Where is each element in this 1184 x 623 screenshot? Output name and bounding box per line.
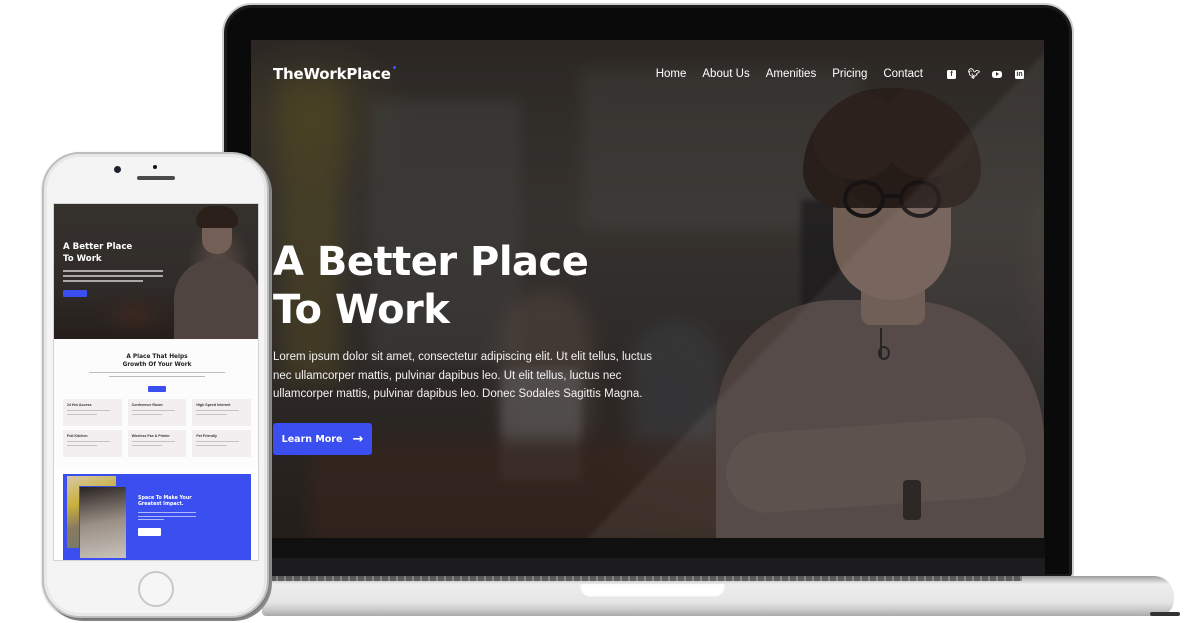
phone-features-section: A Place That Helps Growth Of Your Work 2… (54, 339, 258, 467)
banner-image (79, 486, 127, 559)
feature-card-title: 24 Hrs Access (67, 403, 92, 407)
linkedin-icon[interactable]: in (1015, 69, 1024, 79)
phone-sensor (153, 165, 157, 169)
site-navbar: TheWorkPlace Home About Us Amenities Pri… (273, 62, 1024, 86)
phone-screen: A Better Place To Work A Place That Help… (53, 203, 259, 561)
feature-card: Full Kitchen (63, 430, 122, 457)
laptop-foot (1150, 612, 1180, 616)
site-logo[interactable]: TheWorkPlace (273, 65, 396, 83)
feature-card-title: High Speed Internet (196, 403, 231, 407)
feature-card: 24 Hrs Access (63, 399, 122, 426)
nav-link-pricing[interactable]: Pricing (832, 68, 867, 80)
feature-card: Conference Room (127, 399, 187, 426)
phone-camera-icon (114, 166, 121, 173)
youtube-icon[interactable] (992, 70, 1002, 78)
nav-link-amenities[interactable]: Amenities (766, 68, 817, 80)
phone-section-button[interactable] (148, 386, 166, 392)
phone-home-button[interactable] (138, 571, 174, 607)
feature-card-title: Pet Friendly (196, 434, 217, 438)
phone-section-title-line1: A Place That Helps (126, 354, 188, 360)
logo-dot-icon (392, 66, 396, 69)
learn-more-label: Learn More (281, 433, 343, 445)
banner-button[interactable] (138, 528, 161, 536)
learn-more-button[interactable]: Learn More → (273, 423, 372, 455)
hero-title-line1: A Better Place (273, 239, 589, 285)
phone-hero: A Better Place To Work (54, 204, 258, 339)
phone-cta-banner: Space To Make Your Greatest Impact. (63, 474, 251, 560)
arrow-right-icon: → (352, 431, 364, 447)
site-logo-text: TheWorkPlace (273, 65, 391, 83)
banner-title: Space To Make Your Greatest Impact. (138, 496, 192, 508)
nav-link-contact[interactable]: Contact (883, 68, 923, 80)
feature-card-title: Wireless Fax & Printer (131, 434, 170, 438)
banner-title-line2: Greatest Impact. (138, 502, 184, 507)
nav-links: Home About Us Amenities Pricing Contact (656, 68, 923, 80)
laptop-lid-notch (580, 584, 725, 598)
feature-card-title: Full Kitchen (67, 434, 88, 438)
feature-card: Pet Friendly (192, 430, 251, 457)
feature-card-title: Conference Room (131, 403, 163, 407)
phone-hero-title-line2: To Work (63, 254, 102, 264)
laptop-screen: TheWorkPlace Home About Us Amenities Pri… (251, 40, 1044, 538)
phone-feature-grid: 24 Hrs Access Conference Room High Speed… (63, 399, 251, 457)
facebook-icon[interactable]: f (947, 69, 956, 79)
feature-card: High Speed Internet (192, 399, 251, 426)
hero-title-line2: To Work (273, 287, 450, 333)
phone-section-text (89, 372, 225, 379)
phone-hero-title-line1: A Better Place (63, 242, 133, 252)
nav-link-about-us[interactable]: About Us (702, 68, 749, 80)
phone-hero-text (63, 270, 163, 285)
laptop-hinge (250, 558, 1045, 576)
social-links: f 🐦︎ in (947, 69, 1024, 80)
phone-hero-title: A Better Place To Work (63, 241, 132, 265)
laptop-keyboard-edge (262, 576, 1022, 581)
twitter-icon[interactable]: 🐦︎ (968, 69, 981, 80)
phone-section-title: A Place That Helps Growth Of Your Work (54, 353, 258, 369)
phone-screen-bottom (54, 560, 259, 561)
banner-text (138, 512, 196, 523)
nav-link-home[interactable]: Home (656, 68, 687, 80)
phone-speaker (137, 176, 175, 180)
phone-learn-more-button[interactable] (63, 290, 87, 297)
hero-title: A Better Place To Work (273, 238, 589, 334)
hero-description: Lorem ipsum dolor sit amet, consectetur … (273, 351, 653, 400)
feature-card: Wireless Fax & Printer (127, 430, 187, 457)
phone-section-title-line2: Growth Of Your Work (122, 362, 192, 368)
